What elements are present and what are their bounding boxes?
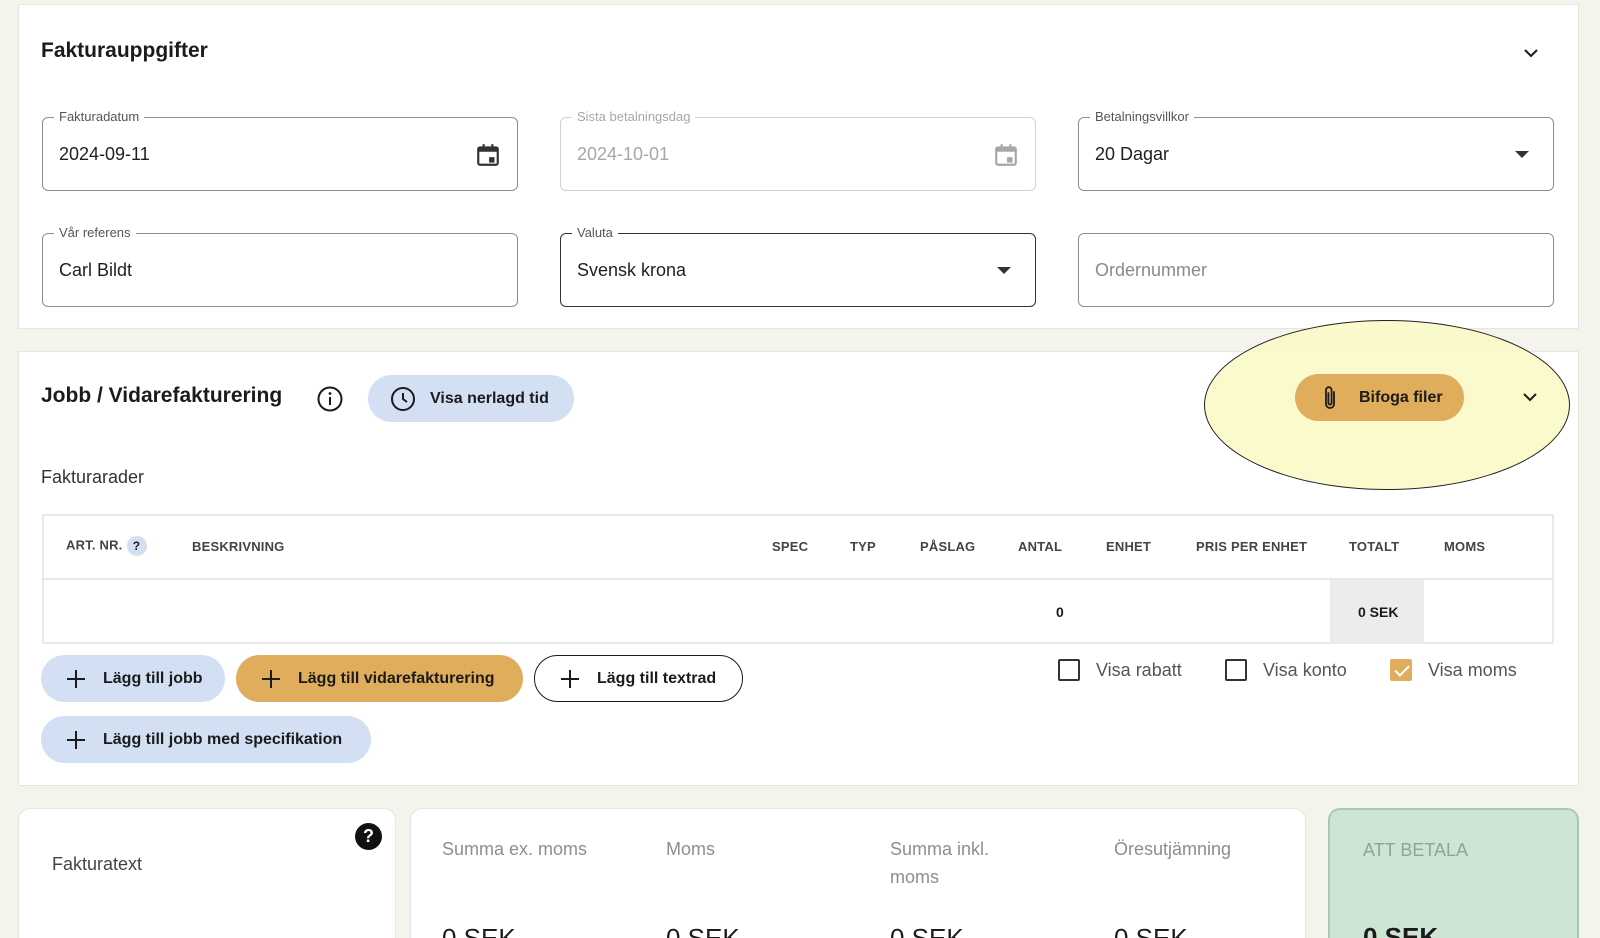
rounding-label: Öresutjämning (1114, 839, 1232, 859)
header-art-nr-label: ART. NR. (66, 537, 123, 553)
header-type: TYP (850, 539, 876, 554)
total-cell: 0 SEK (1330, 580, 1424, 644)
header-markup: PÅSLAG (920, 539, 976, 554)
show-vat-option[interactable]: Visa moms (1390, 659, 1517, 681)
add-job-with-spec-label: Lägg till jobb med specifikation (103, 730, 343, 748)
sum-incl-vat-value: 0 SEK (890, 923, 964, 938)
header-vat: MOMS (1444, 539, 1486, 554)
show-time-label: Visa nerlagd tid (430, 389, 549, 407)
plus-icon (561, 669, 579, 688)
payment-terms-label: Betalningsvillkor (1090, 109, 1194, 124)
order-number-placeholder: Ordernummer (1095, 260, 1208, 280)
invoice-date-label: Fakturadatum (54, 109, 145, 124)
add-forward-invoice-label: Lägg till vidarefakturering (298, 669, 495, 687)
payment-terms-value: 20 Dagar (1095, 144, 1170, 164)
show-account-option[interactable]: Visa konto (1225, 659, 1347, 681)
show-time-button[interactable]: Visa nerlagd tid (368, 375, 574, 422)
totals-total: 0 SEK (1358, 604, 1399, 620)
calendar-icon (995, 144, 1017, 166)
calendar-icon[interactable] (475, 142, 501, 168)
info-icon[interactable] (317, 386, 343, 412)
header-spec: SPEC (772, 539, 809, 554)
add-forward-invoice-button[interactable]: Lägg till vidarefakturering (236, 655, 523, 702)
invoice-date-value: 2024-09-11 (59, 144, 150, 164)
add-job-button[interactable]: Lägg till jobb (41, 655, 225, 702)
invoice-details-card: Fakturauppgifter Fakturadatum 2024-09-11… (18, 4, 1579, 329)
to-pay-card: ATT BETALA 0 SEK (1328, 808, 1579, 938)
show-discount-label: Visa rabatt (1096, 659, 1182, 680)
currency-select[interactable]: Valuta Svensk krona (560, 225, 1036, 307)
rounding-value: 0 SEK (1114, 923, 1188, 938)
dropdown-arrow-icon[interactable] (997, 267, 1011, 274)
vat-label: Moms (666, 839, 715, 859)
header-quantity: ANTAL (1018, 539, 1063, 554)
sum-ex-vat-value: 0 SEK (442, 923, 516, 938)
invoice-rows-table: ART. NR.? BESKRIVNING SPEC TYP PÅSLAG AN… (42, 514, 1554, 644)
header-description: BESKRIVNING (192, 539, 285, 554)
header-unit: ENHET (1106, 539, 1152, 554)
due-date-value: 2024-10-01 (577, 144, 670, 164)
to-pay-label: ATT BETALA (1363, 840, 1469, 860)
our-reference-label: Vår referens (54, 225, 136, 240)
plus-icon (67, 669, 85, 688)
clock-icon (391, 386, 415, 411)
attach-files-button[interactable]: Bifoga filer (1295, 374, 1464, 421)
add-job-label: Lägg till jobb (103, 669, 203, 687)
paperclip-icon (1325, 385, 1335, 409)
help-icon[interactable]: ? (355, 823, 382, 850)
invoice-date-field[interactable]: Fakturadatum 2024-09-11 (42, 109, 518, 191)
attach-files-label: Bifoga filer (1359, 388, 1443, 406)
currency-value: Svensk krona (577, 260, 687, 280)
show-account-label: Visa konto (1263, 659, 1347, 680)
add-text-row-label: Lägg till textrad (597, 669, 717, 687)
show-discount-option[interactable]: Visa rabatt (1058, 659, 1182, 681)
show-vat-checkbox[interactable] (1390, 659, 1412, 681)
sum-ex-vat-label: Summa ex. moms (442, 839, 588, 859)
invoice-details-title: Fakturauppgifter (41, 39, 208, 62)
to-pay-value: 0 SEK (1363, 922, 1439, 938)
vat-value: 0 SEK (666, 923, 740, 938)
chevron-down-icon[interactable] (1520, 387, 1540, 407)
dropdown-arrow-icon[interactable] (1515, 151, 1529, 158)
show-discount-checkbox[interactable] (1058, 659, 1080, 681)
invoice-text-label: Fakturatext (52, 854, 143, 874)
our-reference-value: Carl Bildt (59, 260, 133, 280)
plus-icon (262, 669, 280, 688)
add-job-with-spec-button[interactable]: Lägg till jobb med specifikation (41, 716, 371, 763)
chevron-down-icon[interactable] (1521, 43, 1541, 63)
due-date-field: Sista betalningsdag 2024-10-01 (560, 109, 1036, 191)
header-art-nr: ART. NR.? (66, 536, 147, 556)
help-icon[interactable]: ? (126, 536, 147, 556)
payment-terms-select[interactable]: Betalningsvillkor 20 Dagar (1078, 109, 1554, 191)
our-reference-field[interactable]: Vår referens Carl Bildt (42, 225, 518, 307)
plus-icon (67, 730, 85, 749)
header-total: TOTALT (1349, 539, 1400, 554)
totals-quantity: 0 (1056, 604, 1064, 620)
order-number-field[interactable]: Ordernummer (1078, 233, 1554, 307)
due-date-label: Sista betalningsdag (572, 109, 696, 124)
sum-incl-vat-label: Summa inkl. moms (890, 839, 990, 887)
show-account-checkbox[interactable] (1225, 659, 1247, 681)
currency-label: Valuta (572, 225, 618, 240)
add-text-row-button[interactable]: Lägg till textrad (534, 655, 743, 702)
invoice-rows-label: Fakturarader (41, 467, 145, 487)
jobs-title: Jobb / Vidarefakturering (41, 384, 283, 407)
summary-card: Summa ex. moms 0 SEK Moms 0 SEK Summa in… (410, 808, 1306, 938)
table-header-row: ART. NR.? BESKRIVNING SPEC TYP PÅSLAG AN… (44, 516, 1552, 580)
invoice-text-card[interactable]: Fakturatext ? (18, 808, 396, 938)
header-unit-price: PRIS PER ENHET (1196, 539, 1308, 554)
show-vat-label: Visa moms (1428, 659, 1517, 680)
